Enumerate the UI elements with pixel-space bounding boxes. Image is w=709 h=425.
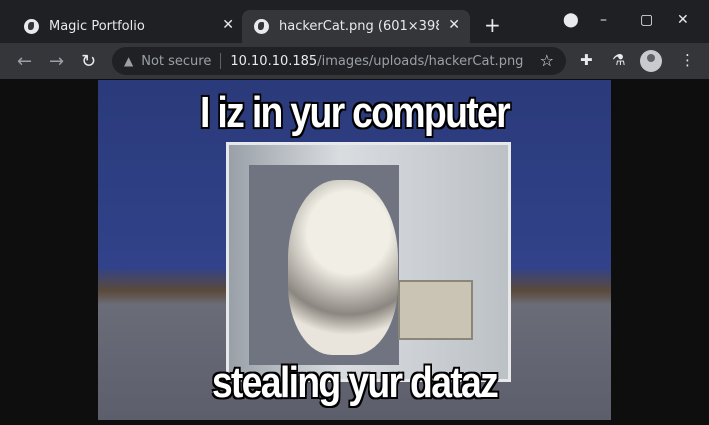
url-host: 10.10.10.185 [230,53,318,69]
image-cat [288,180,398,355]
labs-flask-icon[interactable]: ⚗ [612,51,625,69]
menu-kebab-icon[interactable]: ⋮ [680,51,695,69]
bookmark-star-icon[interactable]: ☆ [540,51,554,70]
extensions-puzzle-icon[interactable]: ✚ [580,51,593,69]
bottom-caption: stealing yur dataz [211,357,500,408]
globe-icon [254,19,269,34]
tab-title: Magic Portfolio [49,19,145,34]
close-tab-button[interactable]: ✕ [222,17,234,33]
image-viewer: I iz in yur computer stealing yur dataz [0,79,709,425]
tab-magic-portfolio[interactable]: Magic Portfolio ✕ [12,10,244,43]
reload-button[interactable]: ↻ [81,51,96,72]
toolbar: ← → ↻ ▲ Not secure 10.10.10.185/images/u… [0,43,709,79]
image-drive-bay [398,280,473,340]
hacker-cat-image: I iz in yur computer stealing yur dataz [98,80,611,420]
tab-search-icon[interactable]: ⬤ [563,12,579,28]
new-tab-button[interactable]: + [484,13,501,37]
divider [220,53,222,69]
top-caption: I iz in yur computer [199,87,511,138]
tab-hackercat[interactable]: hackerCat.png (601×398) ✕ [242,10,470,43]
warning-icon[interactable]: ▲ [124,54,133,68]
url-path: /images/uploads/hackerCat.png [317,53,524,69]
profile-avatar[interactable] [640,50,662,72]
title-bar: Magic Portfolio ✕ hackerCat.png (601×398… [0,0,709,43]
tab-title: hackerCat.png (601×398) [279,19,439,34]
globe-icon [24,19,39,34]
back-button[interactable]: ← [17,51,32,72]
security-status[interactable]: Not secure [141,54,211,69]
close-window-button[interactable]: ✕ [677,12,689,28]
address-bar[interactable]: ▲ Not secure 10.10.10.185/images/uploads… [112,47,566,75]
maximize-button[interactable]: ▢ [640,12,653,28]
close-tab-button[interactable]: ✕ [448,17,460,33]
minimize-button[interactable]: – [600,12,607,28]
forward-button[interactable]: → [49,51,64,72]
